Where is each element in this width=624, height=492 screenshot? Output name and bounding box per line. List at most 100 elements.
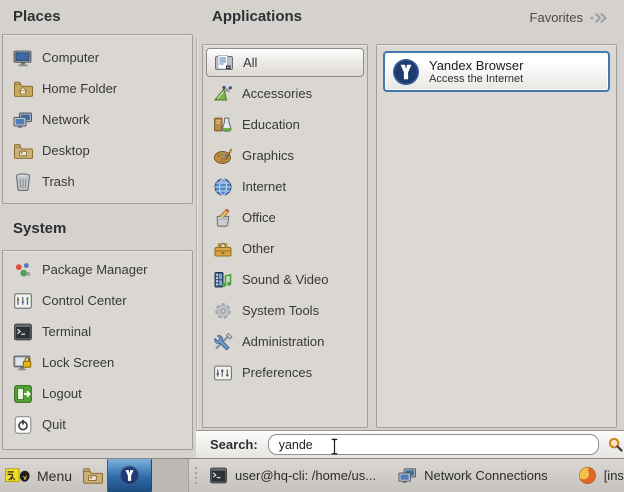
place-item-label: Computer bbox=[42, 50, 99, 65]
trash-icon bbox=[13, 172, 33, 192]
network-places-icon bbox=[398, 466, 417, 485]
control-center-icon bbox=[13, 291, 33, 311]
system-item-lock-screen[interactable]: Lock Screen bbox=[3, 347, 192, 378]
file-manager-launcher[interactable] bbox=[80, 464, 104, 488]
app-yandex-browser[interactable]: Yandex BrowserAccess the Internet bbox=[383, 51, 610, 92]
internet-globe-icon bbox=[213, 177, 233, 197]
lock-screen-icon bbox=[13, 353, 33, 373]
menu-button-label: Menu bbox=[37, 468, 72, 484]
category-system-tools[interactable]: System Tools bbox=[203, 295, 367, 326]
desktop-folder-icon bbox=[13, 141, 33, 161]
category-label: All bbox=[243, 55, 257, 70]
category-preferences[interactable]: Preferences bbox=[203, 357, 367, 388]
yandex-icon bbox=[119, 465, 140, 486]
category-label: System Tools bbox=[242, 303, 319, 318]
system-header: System bbox=[13, 220, 66, 237]
category-other[interactable]: Other bbox=[203, 233, 367, 264]
yandex-icon bbox=[392, 58, 420, 86]
category-label: Accessories bbox=[242, 86, 312, 101]
category-office[interactable]: Office bbox=[203, 202, 367, 233]
category-label: Sound & Video bbox=[242, 272, 329, 287]
category-accessories[interactable]: Accessories bbox=[203, 78, 367, 109]
places-header: Places bbox=[13, 8, 61, 25]
category-graphics[interactable]: Graphics bbox=[203, 140, 367, 171]
category-label: Graphics bbox=[242, 148, 294, 163]
home-folder-icon bbox=[13, 79, 33, 99]
taskbar-window-label: user@hq-cli: /home/us... bbox=[235, 468, 376, 483]
place-item-desktop[interactable]: Desktop bbox=[3, 135, 192, 166]
application-menu: Places Computer Home Folder Network Desktop… bbox=[0, 0, 624, 458]
preferences-icon bbox=[213, 363, 233, 383]
place-item-label: Desktop bbox=[42, 143, 90, 158]
system-item-package-manager[interactable]: Package Manager bbox=[3, 254, 192, 285]
taskbar-window-install-yandex-b[interactable]: [install yandex b bbox=[572, 466, 624, 485]
category-education[interactable]: Education bbox=[203, 109, 367, 140]
system-item-label: Terminal bbox=[42, 324, 91, 339]
network-places-icon bbox=[13, 110, 33, 130]
search-bar: Search: bbox=[196, 430, 624, 458]
app-subtitle: Access the Internet bbox=[429, 73, 523, 86]
panel-divider bbox=[196, 38, 197, 452]
system-item-label: Logout bbox=[42, 386, 82, 401]
yandex-browser-task-button[interactable] bbox=[107, 459, 152, 492]
place-item-computer[interactable]: Computer bbox=[3, 42, 192, 73]
taskbar-menu-button[interactable]: Menu bbox=[0, 459, 77, 492]
quit-icon bbox=[13, 415, 33, 435]
search-input[interactable] bbox=[268, 434, 599, 455]
category-label: Internet bbox=[242, 179, 286, 194]
category-label: Preferences bbox=[242, 365, 312, 380]
window-list-spacer bbox=[152, 459, 189, 492]
category-sound-video[interactable]: Sound & Video bbox=[203, 264, 367, 295]
taskbar-window-user-hq-cli-home-us[interactable]: user@hq-cli: /home/us... bbox=[203, 466, 382, 485]
place-item-home-folder[interactable]: Home Folder bbox=[3, 73, 192, 104]
accessories-icon bbox=[213, 84, 233, 104]
graphics-icon bbox=[213, 146, 233, 166]
place-item-network[interactable]: Network bbox=[3, 104, 192, 135]
system-item-quit[interactable]: Quit bbox=[3, 409, 192, 440]
category-label: Office bbox=[242, 210, 276, 225]
applications-header: Applications bbox=[212, 8, 302, 25]
sound-video-icon bbox=[213, 270, 233, 290]
category-all[interactable]: All bbox=[206, 48, 364, 77]
administration-icon bbox=[213, 332, 233, 352]
place-item-trash[interactable]: Trash bbox=[3, 166, 192, 197]
category-label: Administration bbox=[242, 334, 324, 349]
system-tools-icon bbox=[213, 301, 233, 321]
system-item-terminal[interactable]: Terminal bbox=[3, 316, 192, 347]
category-internet[interactable]: Internet bbox=[203, 171, 367, 202]
system-item-control-center[interactable]: Control Center bbox=[3, 285, 192, 316]
categories-panel: All Accessories Education Graphics Internet O… bbox=[202, 44, 368, 428]
place-item-label: Network bbox=[42, 112, 90, 127]
terminal-icon bbox=[209, 466, 228, 485]
place-item-label: Home Folder bbox=[42, 81, 117, 96]
favorites-arrow-icon bbox=[589, 11, 611, 25]
taskbar-window-list: user@hq-cli: /home/us... Network Connecti… bbox=[203, 459, 624, 492]
category-administration[interactable]: Administration bbox=[203, 326, 367, 357]
taskbar-window-network-connections[interactable]: Network Connections bbox=[392, 466, 554, 485]
category-label: Education bbox=[242, 117, 300, 132]
other-tools-icon bbox=[213, 239, 233, 259]
office-icon bbox=[213, 208, 233, 228]
taskbar-launchers bbox=[77, 459, 152, 492]
computer-icon bbox=[13, 48, 33, 68]
taskbar-window-label: Network Connections bbox=[424, 468, 548, 483]
terminal-icon bbox=[13, 322, 33, 342]
system-item-label: Quit bbox=[42, 417, 66, 432]
system-item-label: Control Center bbox=[42, 293, 127, 308]
alt-distro-icon bbox=[5, 465, 32, 486]
education-icon bbox=[213, 115, 233, 135]
ibeam-mouse-cursor bbox=[330, 437, 339, 456]
favorites-button[interactable]: Favorites bbox=[495, 10, 611, 25]
system-item-label: Lock Screen bbox=[42, 355, 114, 370]
taskbar-window-label: [install yandex b bbox=[604, 468, 624, 483]
place-item-label: Trash bbox=[42, 174, 75, 189]
logout-icon bbox=[13, 384, 33, 404]
favorites-label: Favorites bbox=[530, 10, 583, 25]
system-item-logout[interactable]: Logout bbox=[3, 378, 192, 409]
desktop-folder-icon bbox=[82, 465, 103, 486]
system-item-label: Package Manager bbox=[42, 262, 148, 277]
all-icon bbox=[214, 53, 234, 73]
window-list-grip[interactable] bbox=[195, 459, 197, 492]
search-icon bbox=[607, 436, 624, 453]
system-panel: Package Manager Control Center Terminal Loc… bbox=[2, 250, 193, 450]
